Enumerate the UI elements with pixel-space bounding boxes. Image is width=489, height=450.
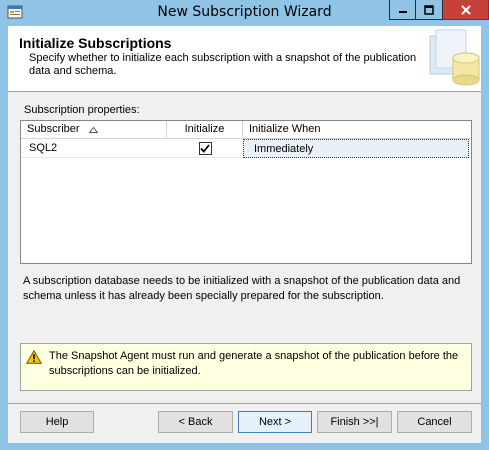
initialization-info-text: A subscription database needs to be init… <box>23 275 461 302</box>
warning-message-box: The Snapshot Agent must run and generate… <box>20 343 472 391</box>
next-button[interactable]: Next > <box>238 411 312 433</box>
column-header-label: Subscriber <box>27 123 80 135</box>
database-cylinder-graphic <box>429 29 480 86</box>
maximize-icon <box>424 4 434 15</box>
warning-icon <box>26 350 42 364</box>
title-bar[interactable]: New Subscription Wizard <box>0 0 489 26</box>
minimize-icon <box>398 10 407 13</box>
cancel-button[interactable]: Cancel <box>397 411 472 433</box>
wizard-window: New Subscription Wizard Initialize Subsc… <box>0 0 489 450</box>
page-title: Initialize Subscriptions <box>19 35 172 51</box>
column-header-initialize-when[interactable]: Initialize When <box>243 121 471 139</box>
subscription-properties-grid[interactable]: Subscriber Initialize Initialize When SQ… <box>20 120 472 264</box>
maximize-button[interactable] <box>416 0 443 20</box>
minimize-button[interactable] <box>389 0 416 20</box>
window-bottom-border <box>0 443 489 450</box>
warning-text: The Snapshot Agent must run and generate… <box>49 350 459 377</box>
help-button[interactable]: Help <box>20 411 94 433</box>
initialize-cell[interactable] <box>167 139 243 158</box>
column-header-initialize[interactable]: Initialize <box>167 121 243 139</box>
subscriber-cell[interactable]: SQL2 <box>21 139 167 158</box>
wizard-header: Initialize Subscriptions Specify whether… <box>8 26 481 92</box>
finish-button[interactable]: Finish >>| <box>317 411 392 433</box>
page-description: Specify whether to initialize each subsc… <box>29 52 417 77</box>
grid-header-row: Subscriber Initialize Initialize When <box>21 121 471 139</box>
wizard-client-area: Initialize Subscriptions Specify whether… <box>8 26 481 443</box>
initialize-checkbox[interactable] <box>198 142 212 155</box>
initialize-when-dropdown[interactable]: Immediately <box>243 139 469 158</box>
close-icon <box>460 4 471 15</box>
checkmark-icon <box>200 144 210 153</box>
close-button[interactable] <box>443 0 489 20</box>
sort-ascending-icon <box>89 127 98 133</box>
back-button[interactable]: < Back <box>158 411 233 433</box>
table-row[interactable]: SQL2 Immediately <box>21 139 471 158</box>
subscription-properties-label: Subscription properties: <box>24 104 140 116</box>
column-header-subscriber[interactable]: Subscriber <box>21 121 167 139</box>
button-divider <box>8 403 481 404</box>
